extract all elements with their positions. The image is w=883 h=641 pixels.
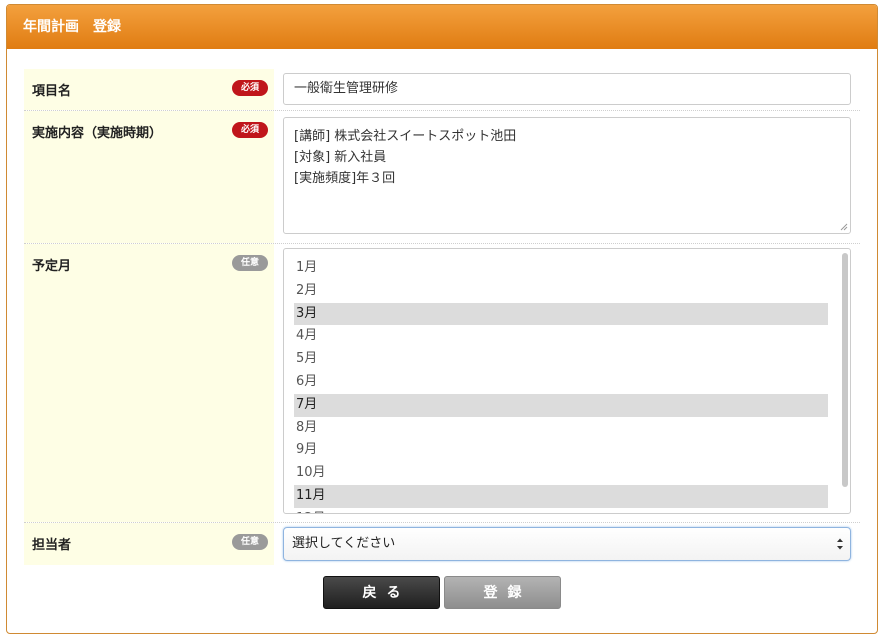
content-label: 実施内容（実施時期）	[32, 126, 163, 141]
panel-title: 年間計画 登録	[7, 5, 877, 49]
updown-chevron-icon	[837, 538, 843, 550]
row-months: 予定月 任意 1月2月3月4月5月6月7月8月9月10月11月12月	[24, 244, 860, 523]
person-select[interactable]: 選択してください	[283, 527, 851, 561]
label-cell: 項目名 必須	[24, 69, 274, 110]
row-content: 実施内容（実施時期） 必須 [講師] 株式会社スイートスポット池田 [対象] 新…	[24, 111, 860, 244]
month-multiselect[interactable]: 1月2月3月4月5月6月7月8月9月10月11月12月	[283, 248, 851, 514]
month-option[interactable]: 7月	[294, 393, 828, 417]
form-buttons: 戻る 登録	[323, 576, 563, 610]
row-person: 担当者 任意 選択してください	[24, 523, 860, 565]
item-name-input[interactable]: 一般衛生管理研修	[283, 73, 851, 105]
month-option-list: 1月2月3月4月5月6月7月8月9月10月11月12月	[294, 257, 828, 513]
content-line: [対象] 新入社員	[294, 150, 387, 165]
month-option[interactable]: 5月	[294, 348, 828, 371]
optional-badge: 任意	[232, 534, 268, 550]
required-badge: 必須	[232, 80, 268, 96]
content-line: [実施頻度]年３回	[294, 171, 396, 186]
month-option[interactable]: 3月	[294, 302, 828, 326]
label-cell: 予定月 任意	[24, 244, 274, 522]
person-select-value: 選択してください	[292, 536, 396, 551]
item-name-label: 項目名	[32, 84, 72, 99]
content-textarea[interactable]: [講師] 株式会社スイートスポット池田 [対象] 新入社員 [実施頻度]年３回	[283, 117, 851, 234]
month-option[interactable]: 8月	[294, 417, 828, 440]
resize-grip-icon[interactable]	[840, 223, 848, 231]
registration-form: 項目名 必須 一般衛生管理研修 実施内容（実施時期） 必須 [講師] 株式会社ス…	[24, 69, 860, 565]
month-option[interactable]: 9月	[294, 439, 828, 462]
month-option[interactable]: 6月	[294, 371, 828, 394]
month-option[interactable]: 2月	[294, 280, 828, 303]
month-option[interactable]: 11月	[294, 484, 828, 508]
person-label: 担当者	[32, 538, 72, 553]
annual-plan-panel: 年間計画 登録 項目名 必須 一般衛生管理研修 実施内容（実施時期） 必須 [講…	[6, 4, 878, 634]
month-option[interactable]: 4月	[294, 325, 828, 348]
content-line: [講師] 株式会社スイートスポット池田	[294, 129, 517, 144]
row-item-name: 項目名 必須 一般衛生管理研修	[24, 69, 860, 111]
listbox-scrollbar[interactable]	[842, 253, 848, 487]
label-cell: 実施内容（実施時期） 必須	[24, 111, 274, 243]
label-cell: 担当者 任意	[24, 523, 274, 565]
months-label: 予定月	[32, 259, 72, 274]
register-button[interactable]: 登録	[444, 576, 561, 609]
month-option[interactable]: 1月	[294, 257, 828, 280]
back-button[interactable]: 戻る	[323, 576, 440, 609]
month-option[interactable]: 12月	[294, 508, 828, 513]
required-badge: 必須	[232, 122, 268, 138]
month-option[interactable]: 10月	[294, 462, 828, 485]
optional-badge: 任意	[232, 255, 268, 271]
